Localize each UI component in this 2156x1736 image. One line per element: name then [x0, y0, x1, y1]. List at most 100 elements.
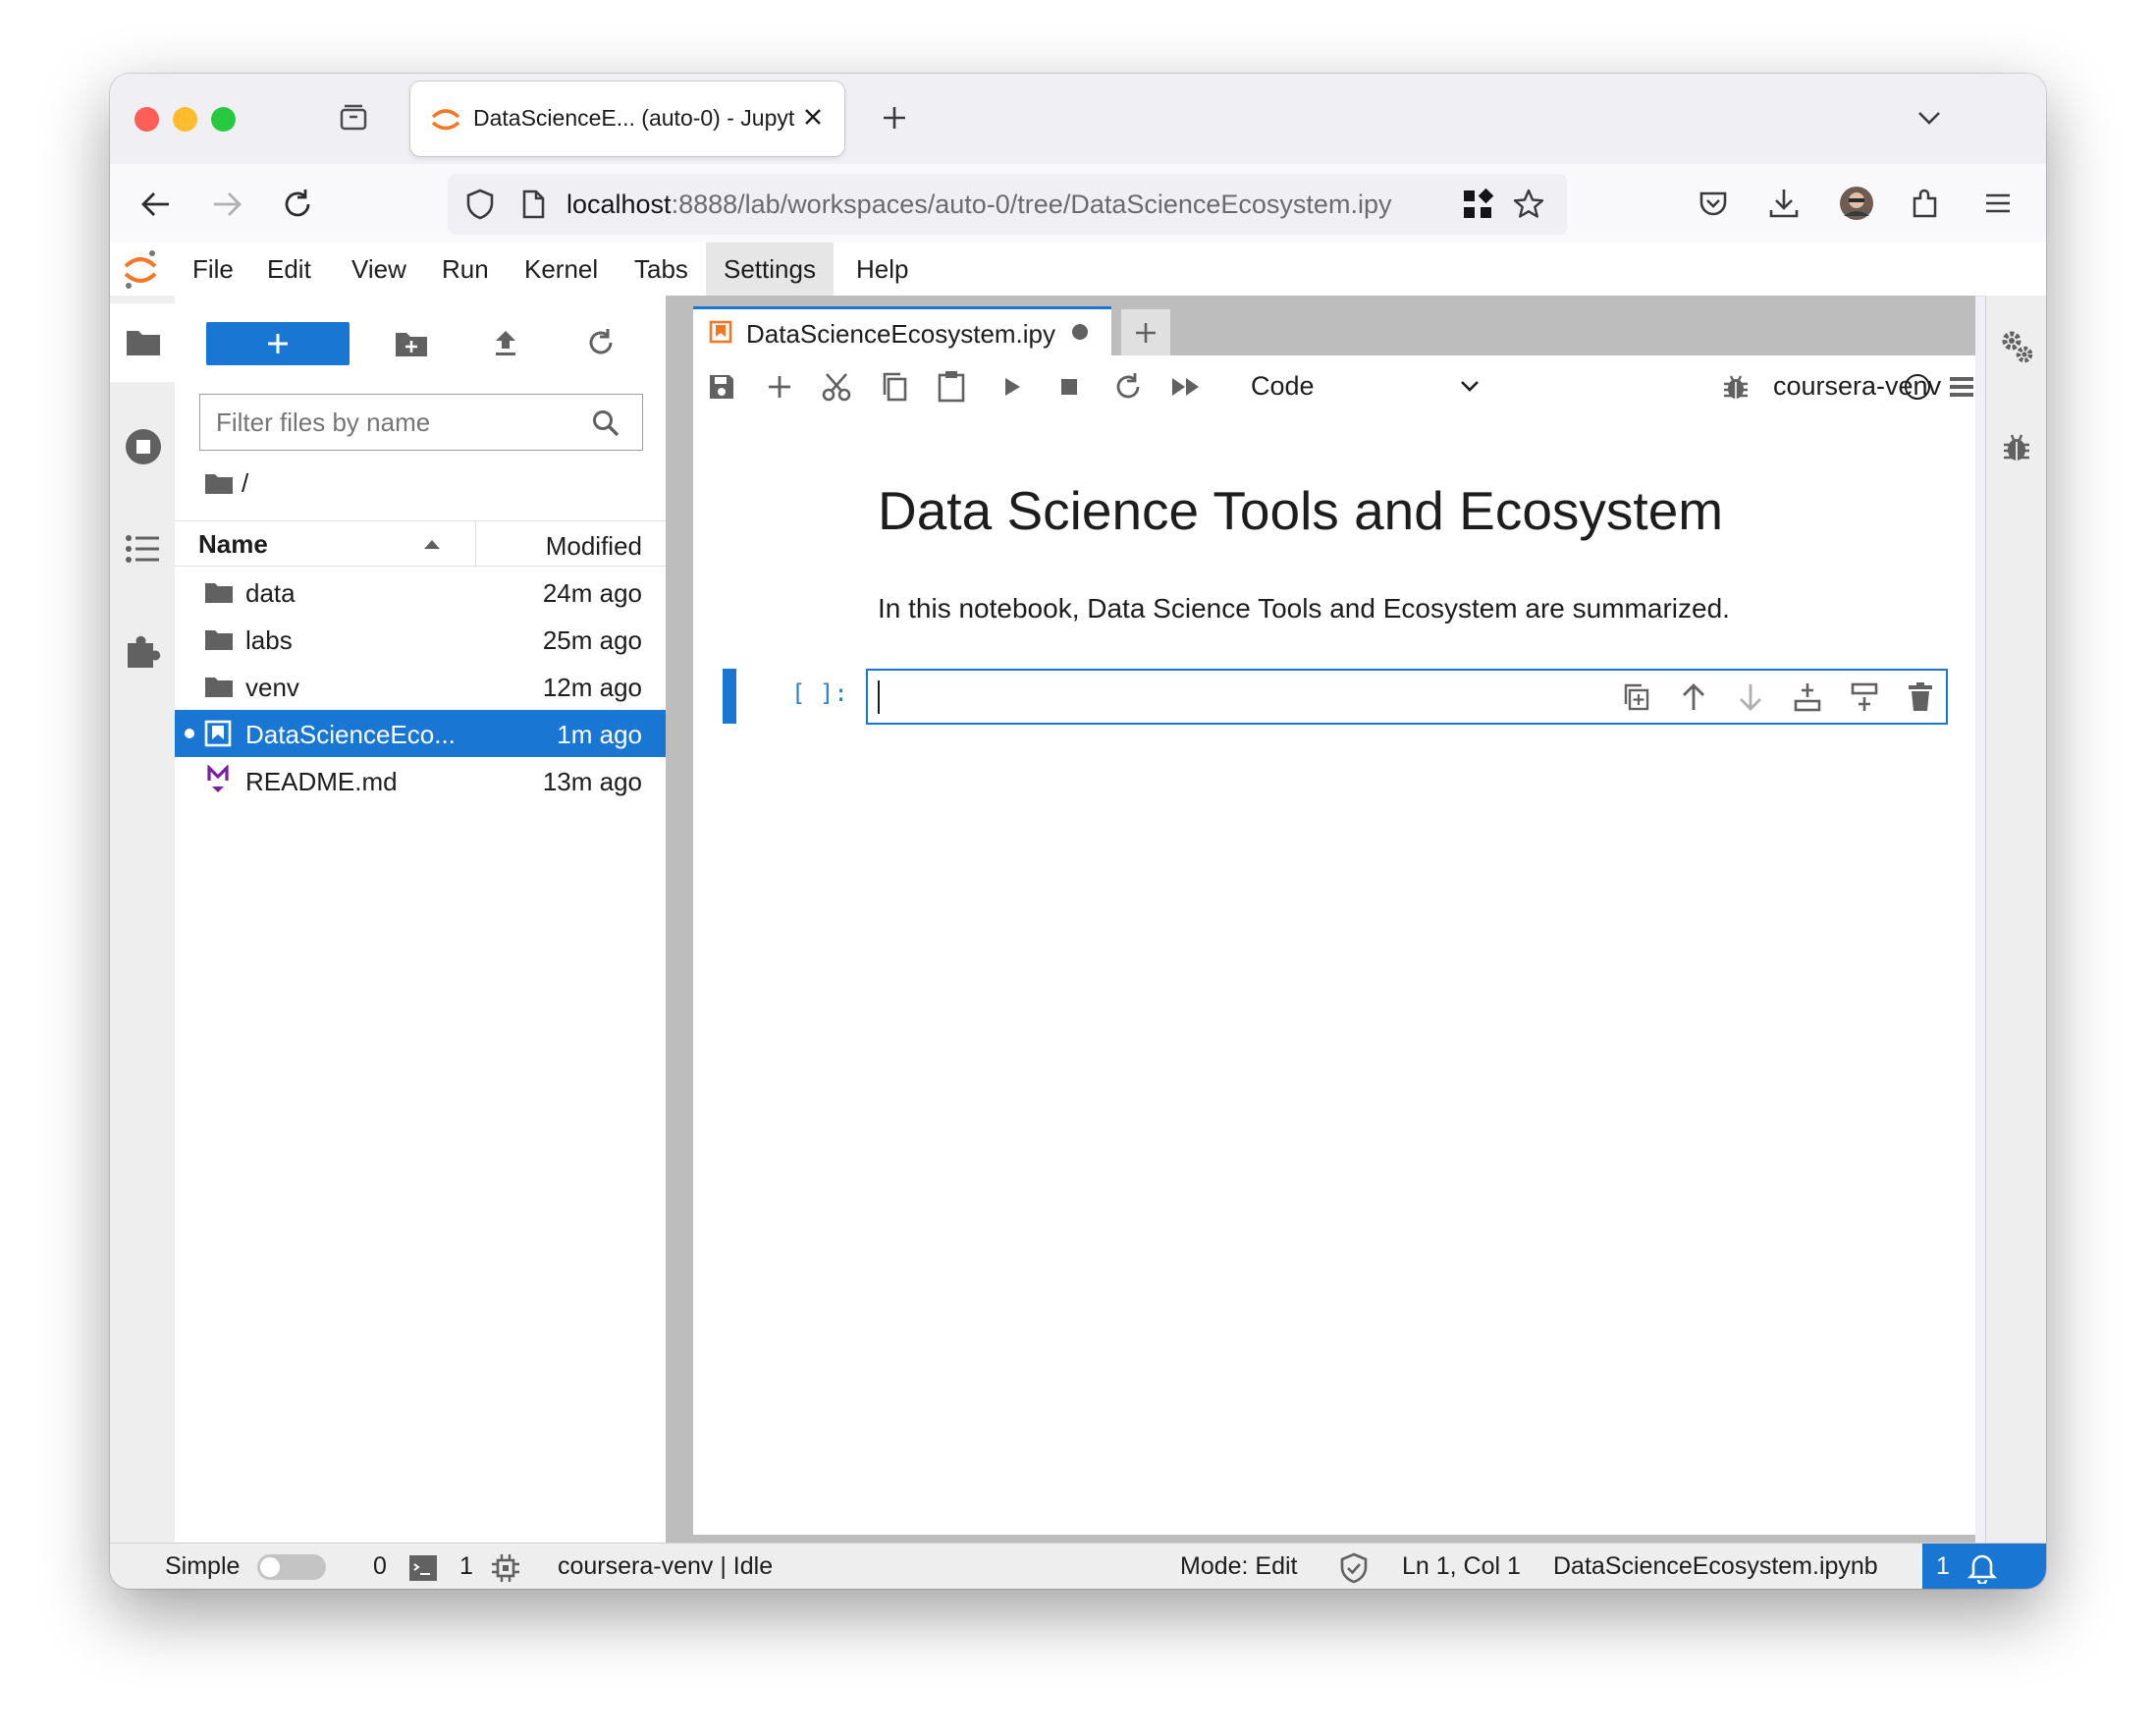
panel-splitter[interactable]: [666, 296, 677, 1543]
copy-icon[interactable]: [880, 371, 909, 403]
forward-arrow-icon[interactable]: [210, 188, 243, 221]
kernel-status-text[interactable]: coursera-venv | Idle: [558, 1552, 773, 1581]
menu-run[interactable]: Run: [442, 254, 489, 285]
extension-manager-tab[interactable]: [110, 612, 175, 690]
folder-icon: [205, 678, 233, 697]
insert-cell-above-icon[interactable]: [1793, 681, 1822, 713]
active-cell-indicator[interactable]: [723, 669, 736, 724]
property-inspector-gears-icon[interactable]: [2000, 329, 2035, 366]
terminal-count[interactable]: 0: [373, 1552, 387, 1581]
code-cell-editor[interactable]: [866, 669, 1948, 725]
minimize-window-button[interactable]: [173, 107, 197, 132]
new-tab-icon[interactable]: [880, 103, 909, 133]
notebook-icon: [204, 720, 232, 747]
restart-kernel-icon[interactable]: [1113, 372, 1143, 402]
kernel-status-icon: [1905, 374, 1930, 400]
file-row-venv[interactable]: venv 12m ago: [175, 663, 666, 710]
new-launcher-button[interactable]: [206, 322, 350, 365]
save-icon[interactable]: [707, 372, 736, 402]
reload-icon[interactable]: [281, 188, 314, 221]
kernel-count[interactable]: 1: [459, 1552, 473, 1581]
right-activity-bar: [1985, 296, 2046, 1543]
filter-files-input[interactable]: [214, 407, 591, 439]
restart-run-all-icon[interactable]: [1170, 375, 1202, 399]
stop-kernel-icon[interactable]: [1058, 376, 1080, 398]
table-of-contents-tab[interactable]: [110, 510, 175, 588]
breadcrumb-root[interactable]: /: [242, 468, 248, 498]
account-avatar-icon[interactable]: [1838, 185, 1875, 222]
file-row-notebook-selected[interactable]: DataScienceEco... 1m ago: [175, 710, 666, 757]
shield-icon[interactable]: [463, 188, 497, 221]
menu-view[interactable]: View: [351, 254, 406, 285]
qr-code-icon[interactable]: [1461, 188, 1494, 221]
notifications-button[interactable]: 1: [1922, 1544, 2046, 1589]
file-modified: 12m ago: [542, 673, 642, 702]
file-modified: 25m ago: [542, 625, 642, 655]
downloads-icon[interactable]: [1767, 187, 1801, 220]
duplicate-cell-icon[interactable]: [1622, 682, 1651, 712]
file-browser-tab[interactable]: [110, 303, 175, 382]
markdown-paragraph: In this notebook, Data Science Tools and…: [878, 593, 1730, 624]
hamburger-menu-icon[interactable]: [1981, 187, 2015, 220]
extensions-puzzle-icon[interactable]: [1909, 187, 1942, 220]
browser-tab-active[interactable]: DataScienceE... (auto-0) - Jupyt: [410, 81, 844, 156]
debugger-bug-icon[interactable]: [2002, 431, 2031, 464]
breadcrumb[interactable]: /: [204, 468, 248, 499]
list-icon: [126, 535, 159, 563]
file-modified: 13m ago: [542, 767, 642, 796]
url-bar[interactable]: localhost:8888/lab/workspaces/auto-0/tre…: [448, 174, 1567, 235]
maximize-window-button[interactable]: [211, 107, 236, 132]
close-window-button[interactable]: [135, 107, 159, 132]
file-row-labs[interactable]: labs 25m ago: [175, 616, 666, 663]
tab-overview-icon[interactable]: [338, 101, 369, 133]
column-name-header[interactable]: Name: [198, 529, 268, 560]
insert-cell-icon[interactable]: [766, 373, 793, 401]
running-sessions-tab[interactable]: [110, 407, 175, 486]
trusted-shield-icon[interactable]: [1339, 1552, 1369, 1584]
run-cell-icon[interactable]: [1001, 375, 1023, 399]
bookmark-star-icon[interactable]: [1512, 188, 1545, 221]
unsaved-dot-icon[interactable]: [1072, 324, 1088, 340]
delete-cell-icon[interactable]: [1907, 681, 1934, 713]
filter-files-field[interactable]: [199, 394, 643, 451]
file-modified: 24m ago: [542, 578, 642, 608]
cell-type-select[interactable]: Code: [1251, 371, 1315, 402]
menu-help[interactable]: Help: [856, 254, 908, 285]
upload-icon[interactable]: [491, 327, 520, 358]
move-cell-down-icon[interactable]: [1736, 681, 1765, 713]
list-all-tabs-icon[interactable]: [1914, 103, 1944, 133]
simple-mode-toggle[interactable]: [257, 1554, 326, 1580]
notebook-toolbar: Code coursera-venv: [693, 355, 1975, 419]
menu-settings[interactable]: Settings: [706, 243, 834, 296]
plus-icon: [1136, 323, 1156, 343]
menu-file[interactable]: File: [192, 254, 234, 285]
cursor-position[interactable]: Ln 1, Col 1: [1402, 1552, 1521, 1581]
move-cell-up-icon[interactable]: [1679, 681, 1708, 713]
menu-tabs[interactable]: Tabs: [634, 254, 688, 285]
kernel-chip-icon[interactable]: [491, 1553, 520, 1583]
column-modified-header[interactable]: Modified: [546, 531, 642, 562]
menu-edit[interactable]: Edit: [267, 254, 311, 285]
file-row-data[interactable]: data 24m ago: [175, 569, 666, 616]
menu-kernel[interactable]: Kernel: [524, 254, 598, 285]
cut-icon[interactable]: [821, 371, 852, 403]
file-name: labs: [245, 625, 293, 655]
property-inspector-icon[interactable]: [1948, 373, 1975, 401]
chevron-down-icon[interactable]: [1459, 377, 1481, 395]
new-folder-icon[interactable]: [395, 329, 428, 358]
pocket-icon[interactable]: [1697, 187, 1730, 220]
file-row-readme[interactable]: README.md 13m ago: [175, 757, 666, 804]
notification-count: 1: [1936, 1552, 1950, 1580]
terminal-icon[interactable]: [408, 1554, 438, 1582]
insert-cell-below-icon[interactable]: [1850, 681, 1879, 713]
debugger-bug-icon[interactable]: [1722, 372, 1750, 402]
close-tab-icon[interactable]: [801, 105, 825, 129]
refresh-icon[interactable]: [585, 327, 617, 358]
notebook-tab[interactable]: DataScienceEcosystem.ipy: [693, 306, 1111, 355]
paste-icon[interactable]: [937, 369, 966, 403]
add-tab-button[interactable]: [1121, 309, 1170, 355]
sort-ascending-icon[interactable]: [422, 537, 442, 551]
file-modified: 1m ago: [557, 720, 642, 749]
folder-icon: [205, 474, 233, 494]
back-arrow-icon[interactable]: [139, 188, 173, 221]
